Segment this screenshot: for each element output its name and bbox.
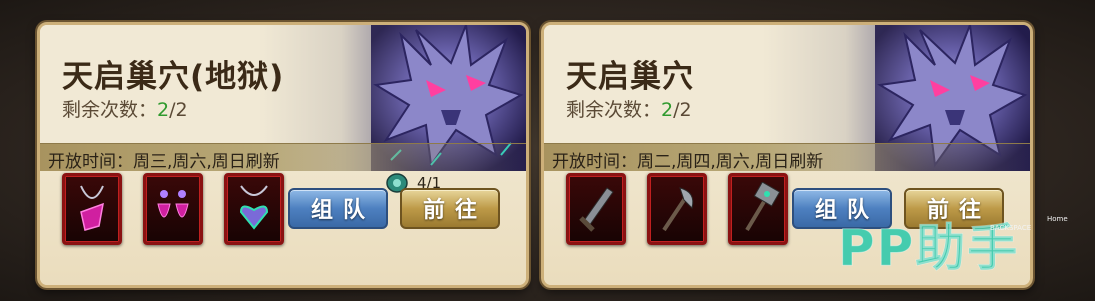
dungeon-card-hell[interactable]: 天启巢穴(地狱) 剩余次数：2/2 开放时间：周三,周六,周日刷新 [37,22,529,288]
amulet-necklace-icon [80,185,104,231]
overlay-home-label: Home [1047,215,1068,223]
heart-necklace-icon [239,185,269,230]
remaining-current: 2 [661,99,674,121]
reward-item-slot[interactable] [224,173,284,245]
reward-item-slot[interactable] [143,173,203,245]
broken-sword-icon [579,187,614,232]
dungeon-title: 天启巢穴 [566,59,694,95]
open-time-bar: 开放时间：周二,周四,周六,周日刷新 [544,143,1030,172]
reward-item-slot[interactable] [728,173,788,245]
axe-icon [662,187,694,232]
remaining-label: 剩余次数： [62,99,158,121]
team-button[interactable]: 组队 [288,188,388,229]
remaining-current: 2 [157,99,170,121]
remaining-total: /2 [169,99,188,121]
watermark-logo: PP助手 [837,219,1020,278]
overlay-backspace-label: BACKSPACE [990,224,1032,232]
reward-item-slot[interactable] [62,173,122,245]
dungeon-title: 天启巢穴(地狱) [62,59,285,95]
remaining-label: 剩余次数： [566,99,662,121]
reward-item-slot[interactable] [566,173,626,245]
reward-item-slot[interactable] [647,173,707,245]
hammer-icon [745,182,781,232]
open-time-text: 开放时间：周二,周四,周六,周日刷新 [552,152,824,172]
go-button[interactable]: 前往 [400,188,500,229]
remaining-attempts: 剩余次数：2/2 [566,95,692,122]
open-time-text: 开放时间：周三,周六,周日刷新 [48,152,280,172]
open-time-bar: 开放时间：周三,周六,周日刷新 [40,143,526,172]
remaining-total: /2 [673,99,692,121]
earrings-icon [157,190,189,218]
remaining-attempts: 剩余次数：2/2 [62,95,188,122]
